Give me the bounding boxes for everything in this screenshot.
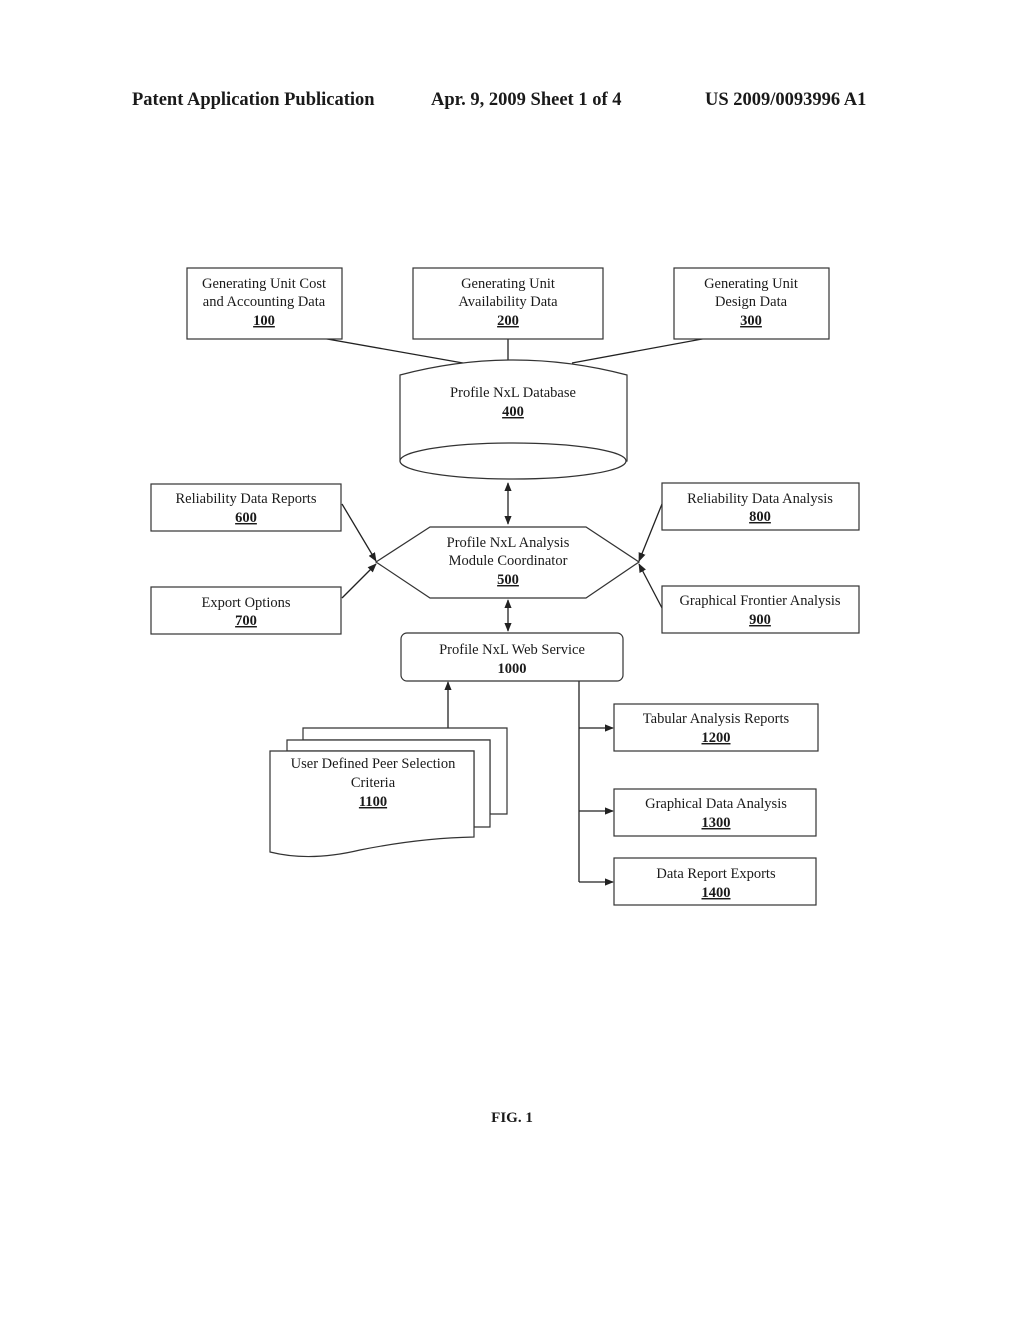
node-900-frontier-analysis: Graphical Frontier Analysis 900	[661, 585, 860, 634]
node-label: Tabular Analysis Reports	[643, 711, 790, 727]
node-label: Profile NxL Analysis	[447, 535, 570, 551]
node-number: 1100	[359, 794, 387, 810]
node-label: Graphical Data Analysis	[645, 796, 787, 812]
edge-700-500	[341, 563, 377, 599]
node-number: 1000	[498, 661, 527, 677]
node-number: 600	[235, 510, 257, 526]
node-number: 500	[497, 572, 519, 588]
edge-600-500	[341, 503, 377, 562]
node-label: Profile NxL Database	[450, 385, 576, 401]
node-number: 200	[497, 313, 519, 329]
node-label: User Defined Peer Selection	[291, 756, 456, 772]
node-label: Graphical Frontier Analysis	[679, 593, 840, 609]
node-number: 1300	[702, 815, 731, 831]
node-label: Data Report Exports	[656, 866, 776, 882]
node-1400-data-report-exports: Data Report Exports 1400	[613, 857, 817, 906]
node-label: Generating Unit Cost	[202, 276, 326, 292]
node-300-design-data: Generating Unit Design Data 300	[673, 267, 830, 340]
node-label: Export Options	[201, 595, 290, 611]
node-number: 1200	[702, 730, 731, 746]
node-1000-web-service: Profile NxL Web Service 1000	[400, 632, 624, 682]
node-800-reliability-analysis: Reliability Data Analysis 800	[661, 482, 860, 531]
node-number: 100	[253, 313, 275, 329]
node-label: Availability Data	[458, 294, 558, 310]
node-number: 800	[749, 509, 771, 525]
node-number: 900	[749, 612, 771, 628]
node-label: Module Coordinator	[449, 553, 568, 569]
node-label: Criteria	[351, 775, 396, 791]
node-number: 1400	[702, 885, 731, 901]
node-label: Generating Unit	[704, 276, 798, 292]
node-500-analysis-coordinator: Profile NxL Analysis Module Coordinator …	[374, 526, 641, 599]
node-label: Design Data	[715, 294, 788, 310]
node-1300-graphical-data-analysis: Graphical Data Analysis 1300	[613, 788, 817, 837]
node-400-database: Profile NxL Database 400	[399, 359, 628, 480]
node-number: 700	[235, 613, 257, 629]
node-number: 400	[502, 404, 524, 420]
node-label: Profile NxL Web Service	[439, 642, 585, 658]
edge-900-500	[638, 563, 663, 609]
node-1100-peer-selection-criteria: User Defined Peer Selection Criteria 110…	[269, 727, 508, 858]
figure-label: FIG. 1	[491, 1110, 533, 1126]
node-1200-tabular-reports: Tabular Analysis Reports 1200	[613, 703, 819, 752]
edge-800-500	[638, 503, 663, 562]
node-600-reliability-reports: Reliability Data Reports 600	[150, 483, 342, 532]
node-number: 300	[740, 313, 762, 329]
node-label: and Accounting Data	[203, 294, 326, 310]
node-label: Generating Unit	[461, 276, 555, 292]
node-200-availability-data: Generating Unit Availability Data 200	[412, 267, 604, 340]
node-label: Reliability Data Analysis	[687, 491, 833, 507]
node-100-cost-accounting-data: Generating Unit Cost and Accounting Data…	[186, 267, 343, 340]
node-700-export-options: Export Options 700	[150, 586, 342, 635]
node-label: Reliability Data Reports	[176, 491, 317, 507]
